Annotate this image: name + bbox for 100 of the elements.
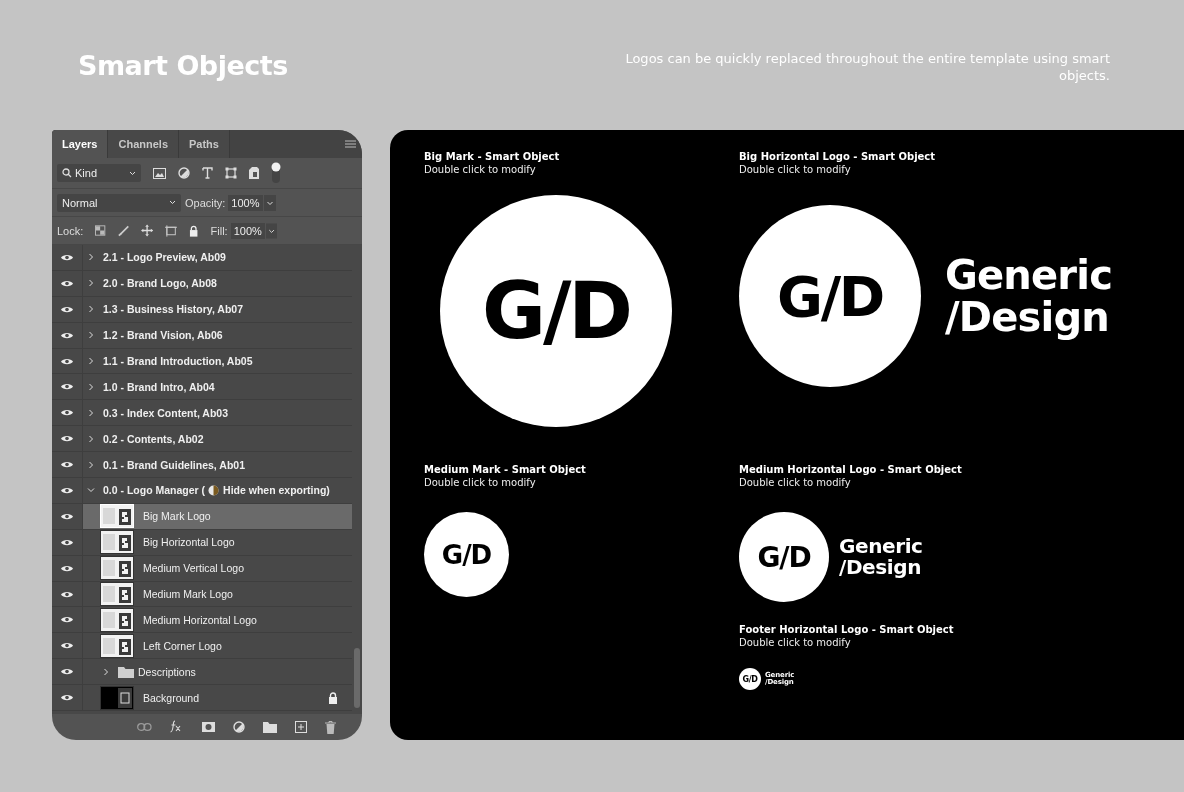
fill-label: Fill: (210, 224, 228, 237)
eye-icon[interactable] (60, 537, 74, 547)
search-icon (62, 168, 72, 178)
trash-icon[interactable] (325, 720, 336, 734)
section-title: Medium Mark - Smart Object (424, 463, 587, 476)
lock-icon[interactable] (189, 224, 199, 237)
menu-icon[interactable] (345, 140, 356, 148)
layer-row[interactable]: 0.2 - Contents, Ab02 (52, 426, 352, 453)
filter-toggle-icon[interactable] (271, 162, 281, 184)
layer-row[interactable]: Descriptions (52, 659, 352, 686)
lock-icon[interactable] (328, 691, 338, 704)
eye-icon[interactable] (60, 511, 74, 521)
eye-icon[interactable] (60, 693, 74, 703)
layer-row[interactable]: Medium Horizontal Logo (52, 607, 352, 634)
layer-row[interactable]: 2.1 - Logo Preview, Ab09 (52, 245, 352, 271)
eye-icon[interactable] (60, 382, 74, 392)
opacity-field[interactable]: 100% (228, 194, 263, 211)
layer-row[interactable]: Left Corner Logo (52, 633, 352, 660)
fill-field[interactable]: 100% (230, 222, 265, 239)
brush-icon[interactable] (117, 224, 129, 237)
eye-icon[interactable] (60, 615, 74, 625)
smart-object-thumbnail (101, 505, 133, 528)
chevron-icon[interactable] (87, 305, 95, 314)
caret-icon[interactable] (265, 222, 277, 239)
section-title: Medium Horizontal Logo - Smart Object (739, 463, 963, 476)
layer-name: Medium Horizontal Logo (143, 613, 257, 626)
chevron-icon[interactable] (87, 279, 95, 288)
layer-name: 0.0 - Logo Manager ( (103, 484, 206, 497)
layer-row[interactable]: 1.1 - Brand Introduction, Ab05 (52, 348, 352, 375)
chevron-icon[interactable] (87, 486, 95, 495)
eye-icon[interactable] (60, 485, 74, 495)
smart-object-filter-icon[interactable] (249, 167, 259, 179)
panel-tab[interactable]: Channels (108, 130, 179, 158)
page-caption: Logos can be quickly replaced throughout the entire template using smart objects. (624, 50, 1110, 84)
layer-row[interactable]: Big Horizontal Logo (52, 529, 352, 556)
layer-row[interactable]: 2.0 - Brand Logo, Ab08 (52, 270, 352, 297)
layer-row[interactable]: Medium Vertical Logo (52, 555, 352, 582)
layer-row[interactable]: 0.0 - Logo Manager ( Hide when exporting) (52, 478, 352, 504)
chevron-icon[interactable] (87, 408, 95, 417)
chevron-icon[interactable] (102, 667, 110, 676)
eye-icon[interactable] (60, 589, 74, 599)
layer-row[interactable]: 0.1 - Brand Guidelines, Ab01 (52, 452, 352, 478)
eye-icon[interactable] (60, 641, 74, 651)
chevron-icon[interactable] (87, 382, 95, 391)
logo-mark[interactable]: G/D (739, 205, 921, 387)
logo-mark[interactable]: G/D (424, 512, 509, 597)
section-hint: Double click to modify (739, 163, 852, 177)
layer-row[interactable]: 1.2 - Brand Vision, Ab06 (52, 322, 352, 349)
chevron-icon[interactable] (87, 357, 95, 365)
move-icon[interactable] (140, 224, 153, 237)
eye-icon[interactable] (60, 667, 74, 677)
layer-row[interactable]: Background (52, 685, 352, 712)
chevron-icon[interactable] (87, 253, 95, 262)
layer-name: 1.3 - Business History, Ab07 (103, 303, 244, 316)
link-icon[interactable] (137, 723, 152, 731)
panel-tab[interactable]: Layers (52, 130, 109, 158)
chevron-icon[interactable] (87, 331, 95, 340)
blend-mode-dropdown[interactable]: Normal (57, 193, 181, 212)
eye-icon[interactable] (60, 408, 74, 418)
image-filter-icon[interactable] (153, 167, 166, 179)
eye-icon[interactable] (60, 356, 74, 366)
new-layer-icon[interactable] (295, 721, 307, 733)
logo-wordmark: /Design (839, 557, 922, 578)
layer-row[interactable]: 0.3 - Index Content, Ab03 (52, 400, 352, 427)
smart-object-thumbnail (101, 608, 133, 631)
eye-icon[interactable] (60, 252, 74, 262)
eye-icon[interactable] (60, 563, 74, 573)
eye-icon[interactable] (60, 278, 74, 288)
layer-row[interactable]: 1.0 - Brand Intro, Ab04 (52, 374, 352, 401)
type-filter-icon[interactable] (202, 167, 213, 179)
filter-dropdown[interactable]: Kind (57, 164, 141, 182)
panel-tab[interactable]: Paths (179, 130, 230, 158)
adjustment-filter-icon[interactable] (178, 167, 190, 179)
lock-label: Lock: (57, 224, 84, 237)
eye-icon[interactable] (60, 434, 74, 444)
folder-icon (118, 665, 134, 678)
eye-icon[interactable] (60, 304, 74, 314)
logo-mark[interactable]: G/D (440, 195, 672, 427)
folder-icon[interactable] (263, 721, 277, 733)
caret-icon[interactable] (263, 194, 276, 211)
logo-mark[interactable]: G/D (739, 668, 761, 690)
chevron-icon[interactable] (87, 460, 95, 469)
logo-wordmark: /Design (945, 296, 1110, 338)
chevron-icon[interactable] (87, 434, 95, 443)
eye-icon[interactable] (60, 330, 74, 340)
artboard-lock-icon[interactable] (165, 224, 178, 237)
shape-filter-icon[interactable] (225, 167, 237, 179)
opacity-label: Opacity: (185, 196, 226, 209)
layer-name: Big Horizontal Logo (143, 536, 235, 549)
layer-name: 0.3 - Index Content, Ab03 (103, 406, 229, 419)
logo-mark[interactable]: G/D (739, 512, 829, 602)
mask-icon[interactable] (202, 722, 215, 732)
layer-name: 1.2 - Brand Vision, Ab06 (103, 329, 223, 342)
layer-row[interactable]: 1.3 - Business History, Ab07 (52, 296, 352, 323)
smart-object-thumbnail (101, 634, 133, 657)
eye-icon[interactable] (60, 460, 74, 470)
layer-name: 1.1 - Brand Introduction, Ab05 (103, 355, 253, 367)
lock-transparency-icon[interactable] (95, 225, 106, 236)
adjustment-layer-icon[interactable] (233, 721, 245, 733)
layer-row[interactable]: Medium Mark Logo (52, 581, 352, 608)
